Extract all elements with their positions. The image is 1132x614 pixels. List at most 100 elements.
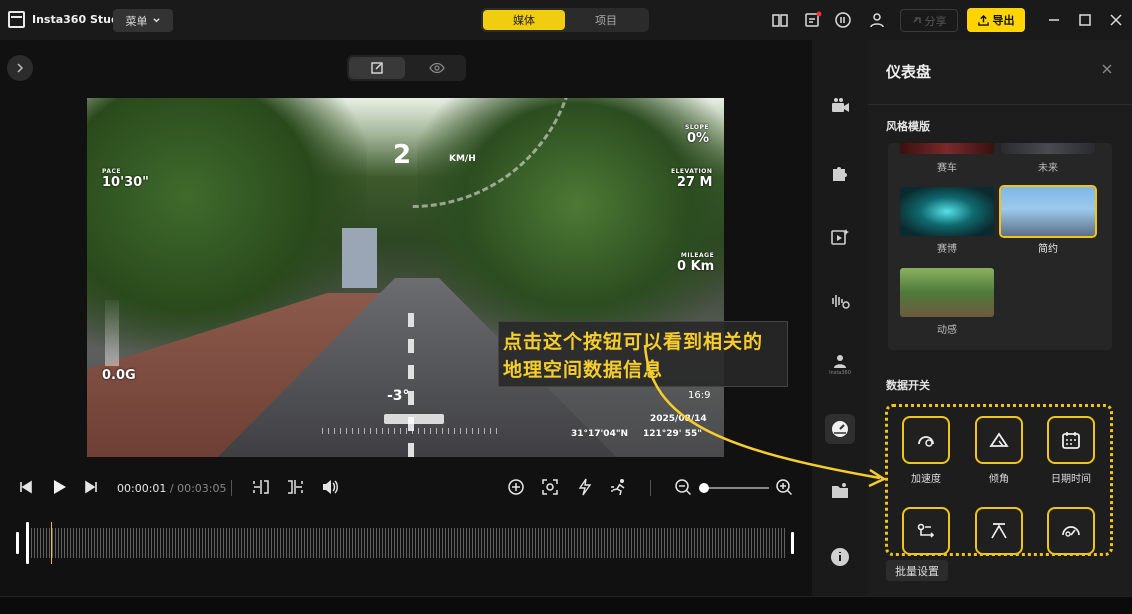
style-thumb-cyber[interactable] <box>900 187 994 236</box>
style-thumb-simple[interactable] <box>999 185 1097 238</box>
style-template-list: 赛车 未来 赛博 简约 动感 <box>888 143 1112 350</box>
share-button[interactable]: 分享 <box>900 9 958 32</box>
timeline-start-handle[interactable] <box>16 532 19 554</box>
folder-icon[interactable] <box>829 480 851 502</box>
minimize-icon[interactable] <box>1045 11 1063 29</box>
video-effects-icon[interactable] <box>829 226 851 248</box>
audio-icon[interactable] <box>829 290 851 312</box>
playhead[interactable] <box>51 522 52 564</box>
highlight-box <box>885 404 1113 556</box>
scene-lane-marking <box>408 313 414 457</box>
skip-start-icon[interactable] <box>17 478 35 496</box>
speed-unit: KM/H <box>449 154 476 164</box>
tilt-value: -3° <box>387 388 410 404</box>
pace-label: PACE <box>102 168 121 175</box>
mileage-value: 0 Km <box>677 259 715 274</box>
panel-divider <box>868 104 1132 105</box>
feedback-icon[interactable] <box>804 11 822 29</box>
status-bar <box>0 596 1132 614</box>
style-section-title: 风格模版 <box>886 120 930 133</box>
total-time: / 00:03:05 <box>169 482 227 495</box>
puzzle-icon[interactable] <box>829 162 851 184</box>
g-force-widget: 0.0G <box>102 368 136 383</box>
trim-start-icon[interactable] <box>252 478 270 496</box>
tab-media[interactable]: 媒体 <box>483 10 565 30</box>
chevron-right-icon <box>17 63 24 73</box>
zoom-in-icon[interactable] <box>775 478 793 496</box>
scene-building <box>342 228 377 288</box>
style-label: 简约 <box>1038 244 1058 255</box>
aspect-ratio-label[interactable]: 16:9 <box>688 390 710 401</box>
timeline-end-handle[interactable] <box>791 532 794 554</box>
expand-sidebar-button[interactable] <box>7 55 33 81</box>
audio-waveform <box>31 528 786 558</box>
view-toggle <box>347 55 466 81</box>
chevron-down-icon <box>152 18 160 23</box>
export-icon <box>977 14 989 26</box>
mode-switch: 媒体 项目 <box>481 8 649 32</box>
slope-label: SLOPE <box>685 124 710 131</box>
menu-button[interactable]: 菜单 <box>113 9 173 32</box>
trim-end-icon[interactable] <box>286 478 304 496</box>
panel-title: 仪表盘 <box>886 63 932 81</box>
speed-ramp-icon[interactable] <box>610 478 628 496</box>
play-icon[interactable] <box>50 478 68 496</box>
slope-value: 0% <box>686 131 710 146</box>
current-time: 00:00:01 <box>117 482 167 495</box>
trim-in-handle[interactable] <box>26 522 29 564</box>
app-window: Insta360 Studio 菜单 媒体 项目 分享 导出 PACE 10'3… <box>0 0 1132 614</box>
mileage-label: MILEAGE <box>680 252 715 259</box>
elevation-label: ELEVATION <box>671 168 713 175</box>
eye-icon <box>428 62 445 74</box>
user-icon[interactable] <box>868 11 886 29</box>
camera-icon[interactable] <box>829 96 851 118</box>
app-logo-icon <box>8 11 25 28</box>
elevation-value: 27 M <box>676 175 713 190</box>
track-subject-icon[interactable] <box>541 478 559 496</box>
close-icon[interactable] <box>1107 11 1125 29</box>
rail-brand-label: Insta360 <box>829 370 851 376</box>
link-icon <box>913 16 921 23</box>
volume-icon[interactable] <box>321 478 339 496</box>
dashboard-tool-button[interactable] <box>825 414 855 444</box>
style-label: 赛车 <box>937 163 957 174</box>
skip-end-icon[interactable] <box>82 478 100 496</box>
tool-rail: Insta360 <box>812 40 868 596</box>
book-icon[interactable] <box>771 11 789 29</box>
editor-area: PACE 10'30" SLOPE 0% ELEVATION 27 M MILE… <box>0 40 812 596</box>
style-thumb-racing[interactable] <box>900 143 994 154</box>
maximize-icon[interactable] <box>1076 11 1094 29</box>
batch-settings-button[interactable]: 批量设置 <box>886 560 948 581</box>
ai-edit-icon[interactable] <box>576 478 594 496</box>
timeline[interactable] <box>13 522 798 564</box>
gauge-icon <box>832 421 848 437</box>
panel-close-icon[interactable] <box>1100 62 1114 76</box>
zoom-slider[interactable] <box>701 487 769 489</box>
style-thumb-future[interactable] <box>1001 143 1095 154</box>
slope-widget: SLOPE 0% <box>685 124 709 146</box>
style-thumb-dynamic[interactable] <box>900 268 994 317</box>
export-button[interactable]: 导出 <box>967 8 1025 32</box>
speed-value: 2 <box>393 140 412 170</box>
edit-view-button[interactable] <box>349 57 405 79</box>
pace-widget: PACE 10'30" <box>102 168 149 190</box>
edit-icon <box>371 62 383 74</box>
pace-value: 10'30" <box>102 175 149 190</box>
info-icon[interactable] <box>829 546 851 568</box>
latitude-value: 31°17'04"N <box>571 429 629 439</box>
preview-button[interactable] <box>409 57 464 79</box>
menu-label: 菜单 <box>125 14 148 28</box>
time-display: 00:00:01 / 00:03:05 <box>117 482 227 495</box>
add-keyframe-icon[interactable] <box>507 478 525 496</box>
title-bar: Insta360 Studio 菜单 媒体 项目 分享 导出 <box>0 0 1132 40</box>
video-preview[interactable]: PACE 10'30" SLOPE 0% ELEVATION 27 M MILE… <box>87 98 724 457</box>
zoom-slider-handle[interactable] <box>699 483 709 493</box>
date-value: 2025/08/14 <box>650 414 707 424</box>
tab-project[interactable]: 项目 <box>565 10 647 30</box>
frames-icon[interactable] <box>834 11 852 29</box>
longitude-value: 121°29' 55" <box>643 429 702 439</box>
zoom-out-icon[interactable] <box>674 478 692 496</box>
annotation-callout: 点击这个按钮可以看到相关的 地理空间数据信息 <box>498 321 788 387</box>
tilt-scale <box>322 428 502 434</box>
style-label: 赛博 <box>937 244 957 255</box>
